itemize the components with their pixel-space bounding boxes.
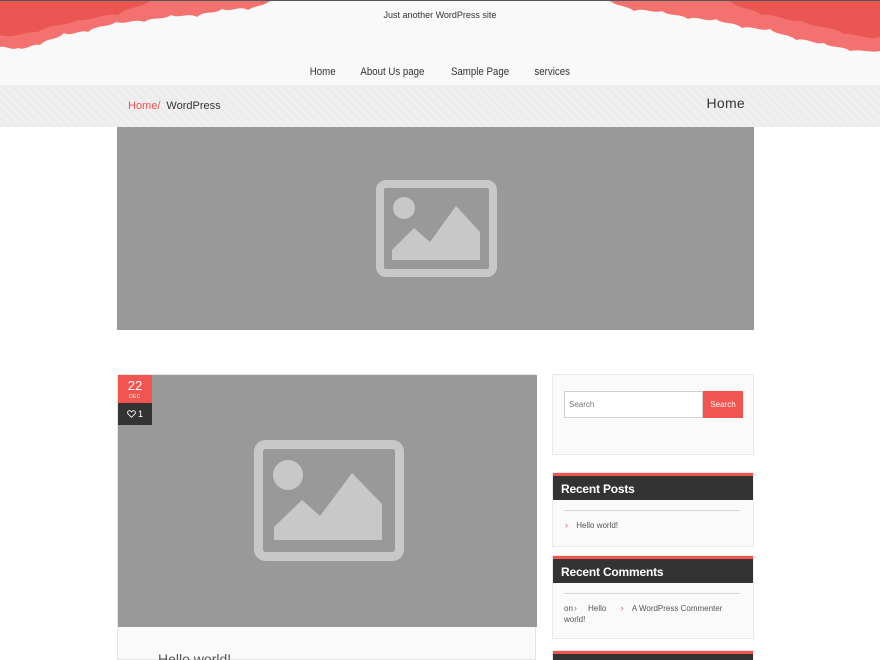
chevron-right-icon: › — [573, 603, 577, 613]
main-nav: Home About Us page Sample Page services — [0, 62, 880, 80]
site-header: Just another WordPress site Home About U… — [0, 0, 880, 85]
recent-comments-title: Recent Comments — [553, 556, 753, 583]
divider — [564, 510, 740, 511]
search-button[interactable]: Search — [703, 391, 743, 418]
heart-icon — [127, 410, 136, 418]
nav-item-about-us[interactable]: About Us page — [360, 66, 424, 78]
breadcrumb-separator: / — [157, 100, 161, 112]
comment-author-link[interactable]: A WordPress Commenter — [632, 604, 723, 613]
chevron-right-icon: › — [620, 603, 624, 613]
comment-post-link[interactable]: Hello — [588, 604, 606, 613]
recent-post-link[interactable]: Hello world! — [576, 521, 618, 530]
widget-header-partial — [553, 651, 753, 660]
image-placeholder-icon — [254, 440, 404, 561]
sidebar-widget-partial — [552, 650, 754, 660]
comment-post-link-cont[interactable]: world! — [564, 615, 585, 624]
post-like-button[interactable]: 1 — [118, 403, 152, 425]
recent-comment-item: on› Hello › A WordPress Commenter world! — [564, 603, 744, 625]
breadcrumb-home-link[interactable]: Home — [128, 100, 157, 112]
nav-item-sample-page[interactable]: Sample Page — [451, 66, 509, 78]
nav-item-services[interactable]: services — [534, 66, 570, 78]
post-date-month: DEC — [129, 394, 141, 400]
post-featured-image[interactable] — [118, 375, 537, 627]
hero-image — [117, 127, 754, 330]
breadcrumb: Home/ WordPress — [128, 100, 221, 112]
post-title[interactable]: Hello world! — [158, 651, 231, 660]
chevron-right-icon: › — [565, 520, 568, 530]
recent-posts-widget: Recent Posts › Hello world! — [552, 472, 754, 547]
page-title: Home — [706, 95, 745, 111]
breadcrumb-current: WordPress — [166, 100, 221, 112]
post-date-badge: 22 DEC — [118, 375, 152, 403]
breadcrumb-band: Home/WordPress Home — [0, 85, 880, 127]
recent-posts-title: Recent Posts — [553, 473, 753, 500]
search-widget: Search — [552, 374, 754, 455]
search-input[interactable] — [564, 391, 703, 418]
comment-on-text: on — [564, 604, 573, 613]
nav-item-home[interactable]: Home — [310, 66, 336, 78]
blog-post: 22 DEC 1 Hello world! — [117, 374, 537, 660]
recent-post-item[interactable]: › Hello world! — [565, 520, 618, 530]
post-date-day: 22 — [127, 378, 143, 393]
watercolor-splash-left — [0, 1, 270, 49]
image-placeholder-icon — [376, 180, 497, 277]
recent-comments-widget: Recent Comments on› Hello › A WordPress … — [552, 555, 754, 639]
divider — [564, 593, 740, 594]
site-tagline: Just another WordPress site — [383, 10, 497, 20]
post-like-count: 1 — [137, 409, 143, 419]
